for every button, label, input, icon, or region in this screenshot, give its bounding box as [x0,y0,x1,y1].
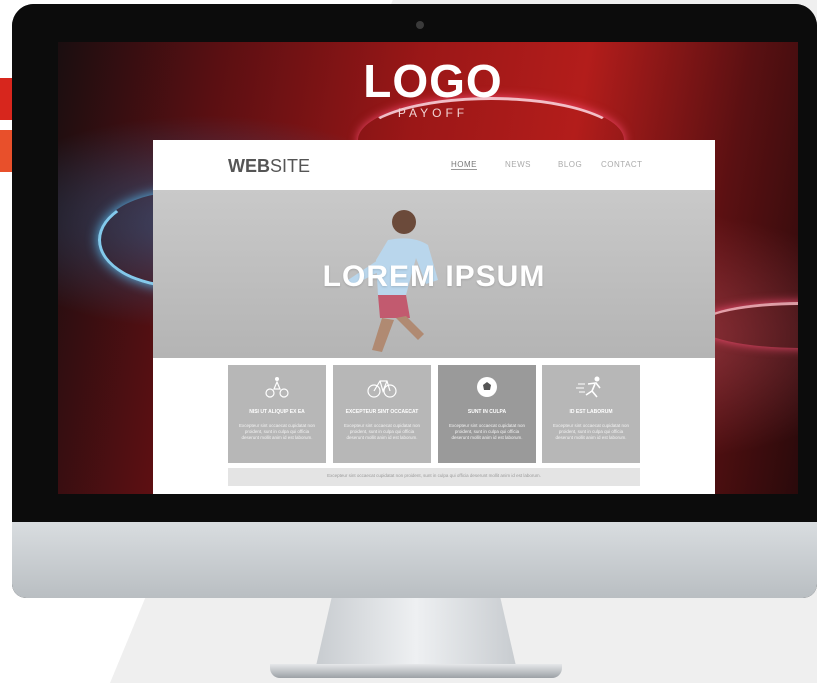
nav-blog[interactable]: BLOG [558,160,582,169]
nav-home[interactable]: HOME [451,160,477,170]
tile-title: ID EST LABORUM [569,409,613,415]
feature-tile[interactable]: ID EST LABORUM Excepteur sint occaecat c… [542,365,640,463]
running-man-icon [576,376,601,398]
tile-text: Excepteur sint occaecat cupidatat non pr… [448,423,526,440]
tile-title: NISI UT ALIQUIP EX EA [249,409,305,415]
soccer-ball-icon [477,377,497,397]
hero-banner: LOREM IPSUM [153,190,715,358]
tile-text: Excepteur sint occaecat cupidatat non pr… [238,423,316,440]
tile-text: Excepteur sint occaecat cupidatat non pr… [343,423,421,440]
monitor-chin [12,522,817,598]
nav-news[interactable]: NEWS [505,160,531,169]
tile-text: Excepteur sint occaecat cupidatat non pr… [552,423,630,440]
site-brand-light: SITE [270,156,311,176]
site-header: WEBSITE HOME NEWS BLOG CONTACT [153,140,715,190]
screen: LOGO PAYOFF WEBSITE HOME NEWS BLOG CONTA… [58,42,798,494]
feature-tile[interactable]: EXCEPTEUR SINT OCCAECAT Excepteur sint o… [333,365,431,463]
tile-title: EXCEPTEUR SINT OCCAECAT [345,409,419,415]
site-footer: Excepteur sint occaecat cupidatat non pr… [228,468,640,486]
nav-contact[interactable]: CONTACT [601,160,643,169]
camera-icon [416,21,424,29]
feature-tiles: NISI UT ALIQUIP EX EA Excepteur sint occ… [228,365,640,463]
tile-title: SUNT IN CULPA [467,409,507,415]
logo-payoff: PAYOFF [397,106,469,120]
site-brand[interactable]: WEBSITE [228,156,310,177]
monitor-stand-neck [316,596,516,666]
site-brand-bold: WEB [228,156,270,176]
logo-text: LOGO [363,55,503,107]
cycling-sign-icon [265,377,289,398]
monitor-stand-base [270,664,562,678]
website-mockup: WEBSITE HOME NEWS BLOG CONTACT LOREM IPS… [153,140,715,494]
feature-tile[interactable]: NISI UT ALIQUIP EX EA Excepteur sint occ… [228,365,326,463]
hero-title: LOREM IPSUM [322,260,546,293]
feature-tile[interactable]: SUNT IN CULPA Excepteur sint occaecat cu… [438,365,536,463]
monitor: LOGO PAYOFF WEBSITE HOME NEWS BLOG CONTA… [12,4,817,598]
footer-text: Excepteur sint occaecat cupidatat non pr… [327,473,541,478]
bicycle-icon [367,380,397,398]
